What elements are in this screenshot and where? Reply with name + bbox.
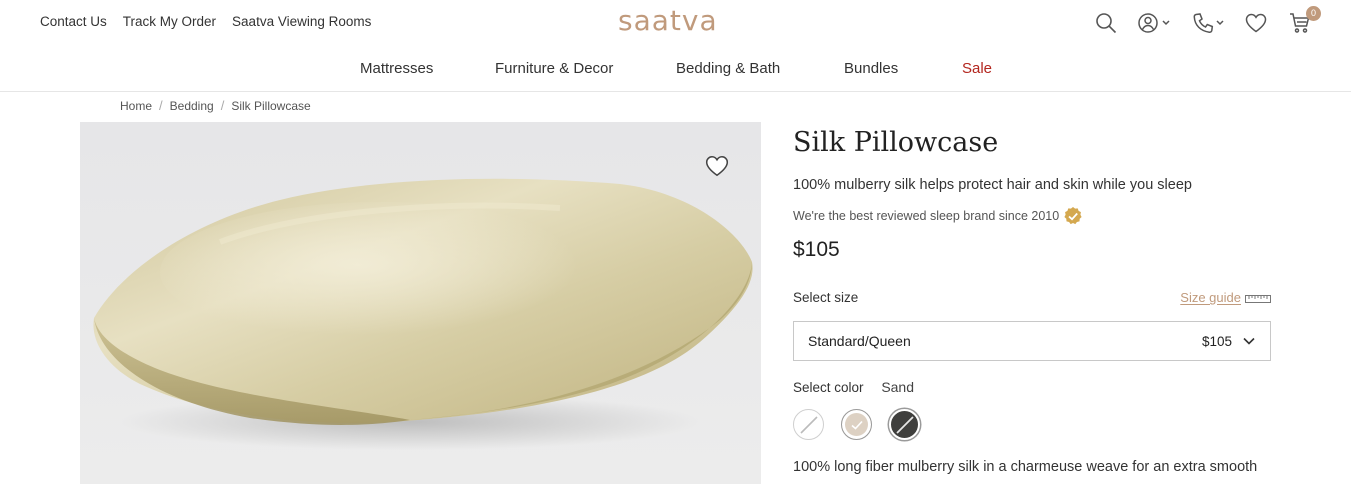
- size-selected-value: Standard/Queen: [808, 333, 911, 349]
- color-selector-label: Select color Sand: [793, 379, 914, 395]
- breadcrumb-separator: /: [159, 98, 163, 113]
- breadcrumb: Home / Bedding / Silk Pillowcase: [120, 98, 311, 113]
- account-icon: [1138, 13, 1170, 33]
- swatch-charcoal[interactable]: [889, 409, 920, 440]
- account-button[interactable]: [1137, 10, 1175, 36]
- header-icons: 0: [1093, 6, 1321, 36]
- size-dropdown[interactable]: Standard/Queen $105: [793, 321, 1271, 361]
- size-guide-link[interactable]: Size guide: [1180, 290, 1271, 305]
- top-header: Contact Us Track My Order Saatva Viewing…: [0, 0, 1351, 46]
- viewing-rooms-link[interactable]: Saatva Viewing Rooms: [232, 14, 371, 29]
- unavailable-slash-icon: [895, 415, 914, 434]
- breadcrumb-home[interactable]: Home: [120, 99, 152, 113]
- nav-divider: [0, 91, 1351, 92]
- search-icon: [1096, 13, 1117, 34]
- phone-button[interactable]: [1191, 10, 1229, 36]
- reviewed-brand-note: We're the best reviewed sleep brand sinc…: [793, 206, 1083, 226]
- chevron-down-icon: [1243, 337, 1255, 345]
- main-navigation: Mattresses Furniture & Decor Bedding & B…: [0, 60, 1351, 84]
- select-color-label: Select color: [793, 380, 864, 395]
- color-swatches: [793, 409, 920, 440]
- cart-count-badge: 0: [1306, 6, 1321, 21]
- select-size-label: Select size: [793, 290, 859, 305]
- pillowcase-image: [80, 122, 761, 484]
- ruler-icon: [1245, 294, 1271, 303]
- breadcrumb-current: Silk Pillowcase: [231, 98, 311, 113]
- search-button[interactable]: [1093, 10, 1119, 36]
- product-price: $105: [793, 238, 840, 261]
- nav-furniture-decor[interactable]: Furniture & Decor: [495, 60, 613, 77]
- cart-button[interactable]: 0: [1287, 6, 1321, 36]
- heart-icon: [1245, 13, 1267, 33]
- contact-us-link[interactable]: Contact Us: [40, 14, 107, 29]
- phone-icon: [1193, 13, 1224, 33]
- track-order-link[interactable]: Track My Order: [123, 14, 216, 29]
- breadcrumb-bedding[interactable]: Bedding: [170, 99, 214, 113]
- nav-sale[interactable]: Sale: [962, 60, 992, 77]
- product-title: Silk Pillowcase: [793, 127, 999, 158]
- nav-mattresses[interactable]: Mattresses: [360, 60, 433, 77]
- nav-bundles[interactable]: Bundles: [844, 60, 898, 77]
- product-image-gallery[interactable]: [80, 122, 761, 484]
- swatch-white[interactable]: [793, 409, 824, 440]
- selected-color-name: Sand: [881, 379, 915, 395]
- product-description: 100% long fiber mulberry silk in a charm…: [793, 459, 1258, 475]
- add-to-favorites-button[interactable]: [704, 153, 730, 179]
- saatva-logo[interactable]: saatva: [618, 4, 718, 37]
- checkmark-icon: [850, 420, 863, 430]
- swatch-sand[interactable]: [841, 409, 872, 440]
- heart-icon: [705, 156, 729, 177]
- verified-badge-icon: [1063, 206, 1083, 226]
- wishlist-button[interactable]: [1243, 10, 1269, 36]
- unavailable-slash-icon: [799, 415, 818, 434]
- size-guide-text: Size guide: [1180, 290, 1241, 305]
- size-price: $105: [1201, 333, 1232, 349]
- product-subtitle: 100% mulberry silk helps protect hair an…: [793, 177, 1192, 193]
- reviewed-text: We're the best reviewed sleep brand sinc…: [793, 209, 1060, 223]
- nav-bedding-bath[interactable]: Bedding & Bath: [676, 60, 780, 77]
- breadcrumb-separator: /: [220, 98, 225, 113]
- utility-links: Contact Us Track My Order Saatva Viewing…: [40, 14, 371, 29]
